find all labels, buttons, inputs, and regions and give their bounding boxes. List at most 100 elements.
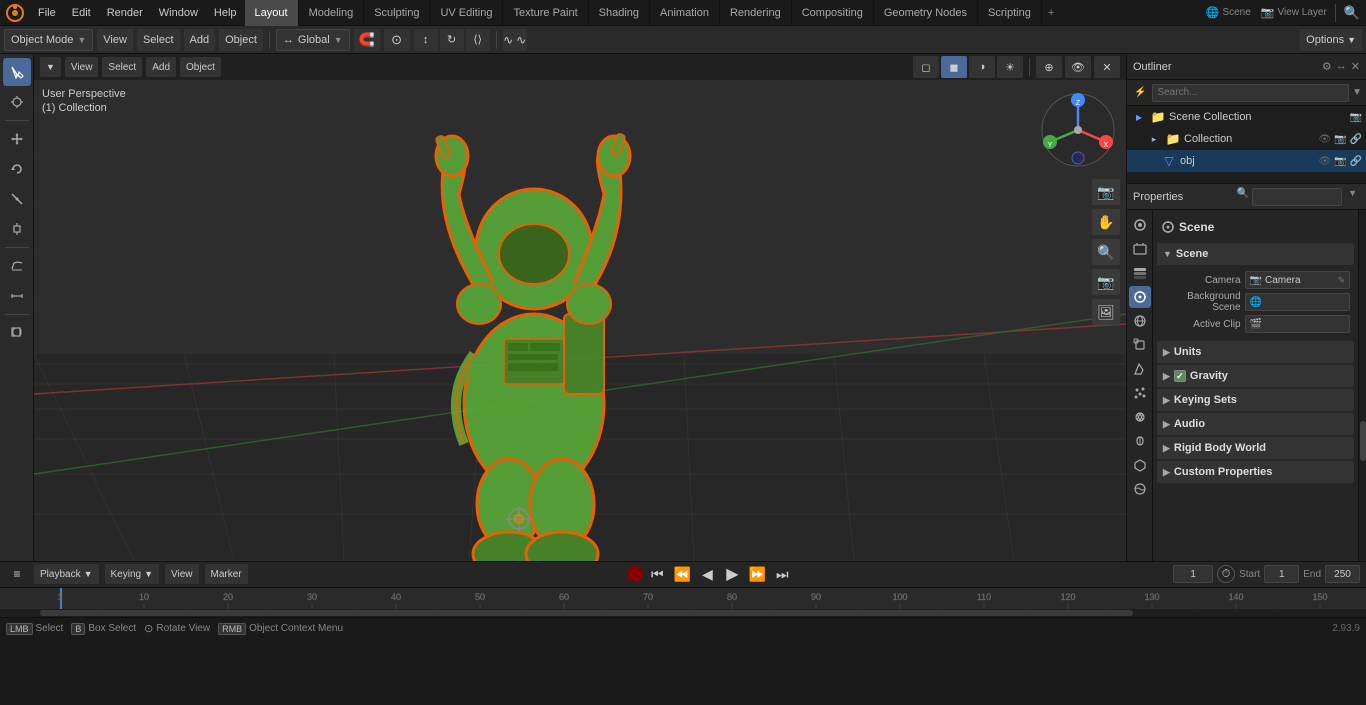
show-gizmos-btn[interactable]: ⊕ [1036, 56, 1062, 78]
props-tab-data[interactable] [1129, 454, 1151, 476]
viewport-object-btn[interactable]: Object [180, 57, 221, 77]
outliner-filter-btn[interactable]: ⚡ [1131, 87, 1149, 98]
marker-btn[interactable]: Marker [205, 564, 248, 584]
custom-props-header[interactable]: ▶ Custom Properties [1157, 461, 1354, 483]
transform-selector[interactable]: ↔ Global ▼ [276, 29, 350, 51]
material-shading-btn[interactable]: ◑ [969, 56, 995, 78]
tab-layout[interactable]: Layout [245, 0, 299, 26]
props-tab-physics[interactable] [1129, 406, 1151, 428]
camera-edit-icon[interactable]: ✎ [1337, 275, 1345, 286]
camera-btn-2[interactable]: 📷 [1092, 269, 1120, 295]
show-overlays-btn[interactable]: 👁 [1065, 56, 1091, 78]
tab-shading[interactable]: Shading [589, 0, 650, 26]
timeline-scrollbar[interactable] [0, 609, 1366, 617]
start-value[interactable]: 1 [1264, 565, 1299, 583]
audio-section-header[interactable]: ▶ Audio [1157, 413, 1354, 435]
move-gizmo-btn[interactable]: ↕ [414, 29, 438, 51]
rotate-tool[interactable] [3, 155, 31, 183]
options-btn[interactable]: Options ▼ [1300, 29, 1362, 51]
timeline-menu-btn[interactable]: ≡ [6, 563, 28, 585]
step-forward-btn[interactable]: ⏩ [746, 563, 768, 585]
add-workspace-button[interactable]: + [1042, 0, 1060, 26]
jump-end-btn[interactable]: ⏭ [771, 563, 793, 585]
move-tool[interactable] [3, 125, 31, 153]
tab-uv-editing[interactable]: UV Editing [430, 0, 503, 26]
gravity-section-header[interactable]: ▶ ✓ Gravity [1157, 365, 1354, 387]
props-tab-modifiers[interactable] [1129, 358, 1151, 380]
view-layer-selector[interactable]: 📷 View Layer [1261, 6, 1327, 19]
filters-btn[interactable]: ∿∿ [503, 29, 527, 51]
viewport-select-btn[interactable]: Select [102, 57, 142, 77]
outliner-search-input[interactable] [1152, 84, 1349, 102]
menu-edit[interactable]: Edit [64, 0, 99, 26]
props-scrollbar-thumb[interactable] [1360, 421, 1366, 461]
viewport-view-btn[interactable]: View [65, 57, 99, 77]
transform-tool[interactable] [3, 215, 31, 243]
outliner-close-icon[interactable]: ✕ [1351, 60, 1360, 73]
navigation-gizmo[interactable]: Z X Y [1038, 90, 1118, 170]
play-back-btn[interactable]: ◀ [696, 563, 718, 585]
view-menu-btn[interactable]: View [97, 29, 133, 51]
wireframe-shading-btn[interactable]: ◻ [913, 56, 939, 78]
annotate-tool[interactable] [3, 252, 31, 280]
background-scene-field[interactable]: 🌐 [1245, 293, 1350, 311]
gravity-checkbox[interactable]: ✓ [1174, 370, 1186, 382]
cursor-tool[interactable] [3, 88, 31, 116]
active-clip-field[interactable]: 🎬 [1245, 315, 1350, 333]
frame-clock-btn[interactable]: ⏱ [1217, 565, 1235, 583]
end-value[interactable]: 250 [1325, 565, 1360, 583]
tab-scripting[interactable]: Scripting [978, 0, 1042, 26]
measure-tool[interactable] [3, 282, 31, 310]
object-menu-btn[interactable]: Object [219, 29, 263, 51]
view-btn[interactable]: View [165, 564, 199, 584]
rotate-gizmo-btn[interactable]: ↻ [440, 29, 464, 51]
xray-btn[interactable]: ✕ [1094, 56, 1120, 78]
units-section-header[interactable]: ▶ Units [1157, 341, 1354, 363]
tab-animation[interactable]: Animation [650, 0, 720, 26]
props-filter-icon[interactable]: ▼ [1345, 188, 1360, 206]
scene-selector[interactable]: 🌐 Scene [1206, 6, 1251, 19]
rigid-body-header[interactable]: ▶ Rigid Body World [1157, 437, 1354, 459]
playback-btn[interactable]: Playback ▼ [34, 564, 99, 584]
menu-file[interactable]: File [30, 0, 64, 26]
tab-geometry-nodes[interactable]: Geometry Nodes [874, 0, 978, 26]
props-tab-output[interactable] [1129, 238, 1151, 260]
viewport-add-btn[interactable]: Add [146, 57, 176, 77]
outliner-filter-icon-2[interactable]: ▼ [1352, 87, 1362, 98]
props-search-input[interactable] [1252, 188, 1342, 206]
collection-render-icon[interactable]: 📷 [1334, 134, 1346, 145]
scene-section-header[interactable]: ▼ Scene [1157, 243, 1354, 265]
menu-render[interactable]: Render [99, 0, 151, 26]
zoom-icon-btn[interactable]: 🔍 [1092, 239, 1120, 265]
tab-texture-paint[interactable]: Texture Paint [503, 0, 588, 26]
props-tab-particles[interactable] [1129, 382, 1151, 404]
solid-shading-btn[interactable]: ◼ [941, 56, 967, 78]
rendered-shading-btn[interactable]: ☀ [997, 56, 1023, 78]
props-tab-scene[interactable] [1129, 286, 1151, 308]
timeline-ruler[interactable]: 1 10 20 30 40 50 60 70 80 90 1 [0, 588, 1366, 617]
add-menu-btn[interactable]: Add [184, 29, 216, 51]
props-tab-render[interactable] [1129, 214, 1151, 236]
props-tab-viewlayer[interactable] [1129, 262, 1151, 284]
jump-start-btn[interactable]: ⏮ [646, 563, 668, 585]
props-search-icon[interactable]: 🔍 [1237, 188, 1249, 206]
tab-compositing[interactable]: Compositing [792, 0, 874, 26]
outliner-item-collection[interactable]: ▸ 📁 Collection 👁 📷 🔗 [1127, 128, 1366, 150]
render-icon-btn[interactable]: 🖼 [1092, 299, 1120, 325]
select-menu-btn[interactable]: Select [137, 29, 180, 51]
object-mode-selector[interactable]: Object Mode ▼ [4, 29, 93, 51]
camera-field[interactable]: 📷 Camera ✎ [1245, 271, 1350, 289]
outliner-item-obj[interactable]: ▽ obj 👁 📷 🔗 [1127, 150, 1366, 172]
timeline-scrollbar-thumb[interactable] [40, 610, 1133, 616]
play-forward-btn[interactable]: ▶ [721, 563, 743, 585]
collection-hide-icon[interactable]: 👁 [1318, 134, 1331, 145]
step-back-btn[interactable]: ⏪ [671, 563, 693, 585]
outliner-item-scene-collection[interactable]: ▸ 📁 Scene Collection 📷 [1127, 106, 1366, 128]
camera-view-btn[interactable]: 📷 [1092, 179, 1120, 205]
add-cube-tool[interactable] [3, 319, 31, 347]
props-tab-material[interactable] [1129, 478, 1151, 500]
tab-sculpting[interactable]: Sculpting [364, 0, 430, 26]
current-frame-field[interactable]: 1 [1173, 565, 1213, 583]
obj-hide-icon[interactable]: 👁 [1318, 156, 1331, 167]
proportional-toggle[interactable]: ⊙ [384, 29, 410, 51]
